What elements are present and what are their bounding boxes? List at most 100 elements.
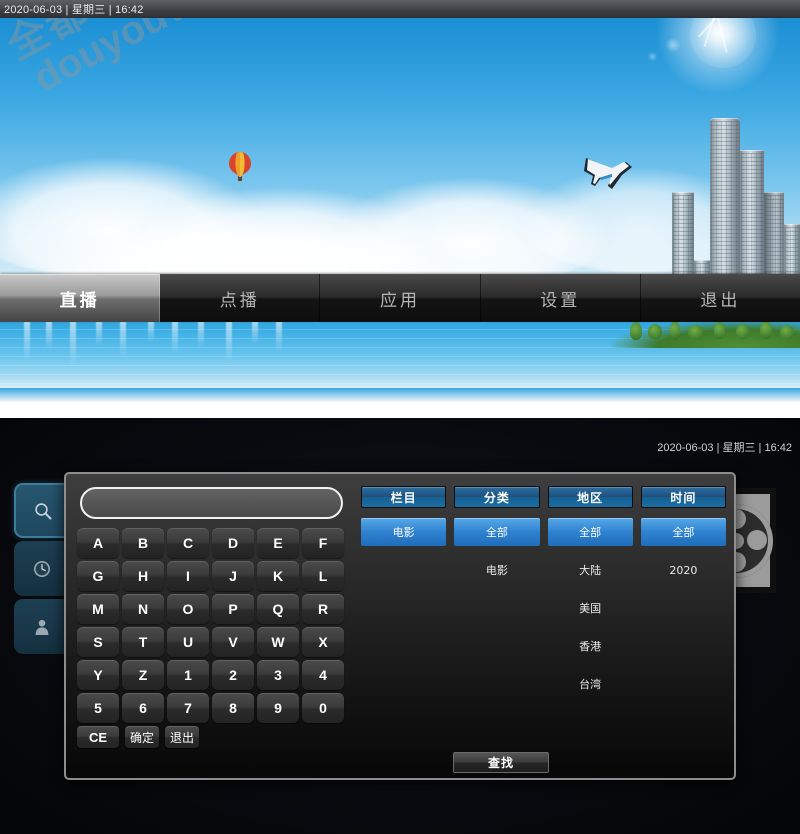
- key-c[interactable]: C: [167, 528, 209, 558]
- filter-option[interactable]: [641, 632, 726, 660]
- key-i[interactable]: I: [167, 561, 209, 591]
- nav-label: 直播: [59, 290, 100, 311]
- tree: [648, 324, 662, 339]
- filter-header-type[interactable]: 分类: [454, 486, 540, 508]
- key-6[interactable]: 6: [122, 693, 164, 723]
- nav-item-apps[interactable]: 应用: [320, 274, 481, 322]
- tree: [670, 321, 680, 340]
- filter-option[interactable]: 美国: [548, 594, 633, 622]
- filter-column-type: 分类 全部 电影: [454, 486, 540, 698]
- home-screen: 全都有综合资源网 douyouvip.com 直播 点播 应用 设置 退出 20…: [0, 0, 800, 410]
- filter-option[interactable]: [361, 632, 446, 660]
- key-q[interactable]: Q: [257, 594, 299, 624]
- nav-item-vod[interactable]: 点播: [160, 274, 321, 322]
- filter-header-category[interactable]: 栏目: [361, 486, 447, 508]
- filter-option[interactable]: [361, 670, 446, 698]
- key-y[interactable]: Y: [77, 660, 119, 690]
- key-9[interactable]: 9: [257, 693, 299, 723]
- status-bar: 2020-06-03 | 星期三 | 16:42: [0, 0, 800, 18]
- find-button[interactable]: 查找: [453, 752, 549, 773]
- key-7[interactable]: 7: [167, 693, 209, 723]
- search-icon: [35, 502, 52, 519]
- key-confirm[interactable]: 确定: [125, 726, 159, 748]
- key-x[interactable]: X: [302, 627, 344, 657]
- filter-option[interactable]: [454, 594, 539, 622]
- virtual-keyboard: A B C D E F G H I J K L M N O P Q R S T …: [77, 528, 350, 751]
- key-8[interactable]: 8: [212, 693, 254, 723]
- keyboard-row: M N O P Q R: [77, 594, 350, 624]
- key-3[interactable]: 3: [257, 660, 299, 690]
- key-o[interactable]: O: [167, 594, 209, 624]
- key-v[interactable]: V: [212, 627, 254, 657]
- filter-option[interactable]: 全部: [547, 518, 633, 546]
- sidebar-item-user[interactable]: [14, 599, 70, 654]
- filter-option[interactable]: 全部: [640, 518, 726, 546]
- keyboard-function-row: CE 确定 退出: [77, 726, 350, 748]
- key-b[interactable]: B: [122, 528, 164, 558]
- search-input[interactable]: [80, 487, 343, 519]
- nav-item-live[interactable]: 直播: [0, 274, 161, 322]
- nav-label: 设置: [540, 290, 581, 311]
- key-e[interactable]: E: [257, 528, 299, 558]
- key-f[interactable]: F: [302, 528, 344, 558]
- key-l[interactable]: L: [302, 561, 344, 591]
- lens-flare-small-icon: [648, 52, 657, 61]
- filter-option[interactable]: 香港: [548, 632, 633, 660]
- key-m[interactable]: M: [77, 594, 119, 624]
- filter-option[interactable]: 台湾: [548, 670, 633, 698]
- key-z[interactable]: Z: [122, 660, 164, 690]
- keyboard-row: 5 6 7 8 9 0: [77, 693, 350, 723]
- key-p[interactable]: P: [212, 594, 254, 624]
- key-j[interactable]: J: [212, 561, 254, 591]
- filter-header-year[interactable]: 时间: [640, 486, 726, 508]
- tree: [688, 325, 704, 339]
- filter-option[interactable]: [454, 670, 539, 698]
- filter-option[interactable]: [641, 594, 726, 622]
- key-w[interactable]: W: [257, 627, 299, 657]
- key-k[interactable]: K: [257, 561, 299, 591]
- key-r[interactable]: R: [302, 594, 344, 624]
- tree: [760, 321, 772, 339]
- key-d[interactable]: D: [212, 528, 254, 558]
- filter-option[interactable]: 电影: [454, 556, 539, 584]
- filter-panel: 栏目 电影 分类 全部 电影 地区 全部 大陆 美国 香港 台湾 时间 全部 2…: [361, 486, 726, 773]
- sidebar-item-history[interactable]: [14, 541, 70, 596]
- filter-option[interactable]: [641, 670, 726, 698]
- filter-header-region[interactable]: 地区: [547, 486, 633, 508]
- nav-item-exit[interactable]: 退出: [640, 274, 800, 322]
- filter-option[interactable]: [454, 632, 539, 660]
- filter-column-region: 地区 全部 大陆 美国 香港 台湾: [547, 486, 633, 698]
- filter-option[interactable]: 全部: [454, 518, 540, 546]
- key-1[interactable]: 1: [167, 660, 209, 690]
- key-clear-entry[interactable]: CE: [77, 726, 119, 748]
- search-screen-datetime: 2020-06-03 | 星期三 | 16:42: [657, 442, 792, 454]
- key-h[interactable]: H: [122, 561, 164, 591]
- filter-column-year: 时间 全部 2020: [640, 486, 726, 698]
- clock-icon: [34, 560, 50, 577]
- filter-option[interactable]: 2020: [641, 556, 726, 584]
- lens-flare-icon: [666, 38, 680, 52]
- search-sidebar: [14, 483, 70, 657]
- filter-option[interactable]: 电影: [361, 518, 447, 546]
- tree: [780, 325, 794, 339]
- key-t[interactable]: T: [122, 627, 164, 657]
- key-g[interactable]: G: [77, 561, 119, 591]
- key-5[interactable]: 5: [77, 693, 119, 723]
- key-n[interactable]: N: [122, 594, 164, 624]
- key-s[interactable]: S: [77, 627, 119, 657]
- filter-option[interactable]: [361, 594, 446, 622]
- key-exit[interactable]: 退出: [165, 726, 199, 748]
- sidebar-item-search[interactable]: [14, 483, 70, 538]
- key-u[interactable]: U: [167, 627, 209, 657]
- nav-label: 应用: [380, 290, 420, 311]
- keyboard-row: A B C D E F: [77, 528, 350, 558]
- nav-item-settings[interactable]: 设置: [480, 274, 641, 322]
- key-4[interactable]: 4: [302, 660, 344, 690]
- nav-label: 点播: [219, 290, 260, 311]
- filter-option[interactable]: 大陆: [548, 556, 633, 584]
- key-2[interactable]: 2: [212, 660, 254, 690]
- island: [610, 320, 800, 348]
- key-a[interactable]: A: [77, 528, 119, 558]
- filter-option[interactable]: [361, 556, 446, 584]
- key-0[interactable]: 0: [302, 693, 344, 723]
